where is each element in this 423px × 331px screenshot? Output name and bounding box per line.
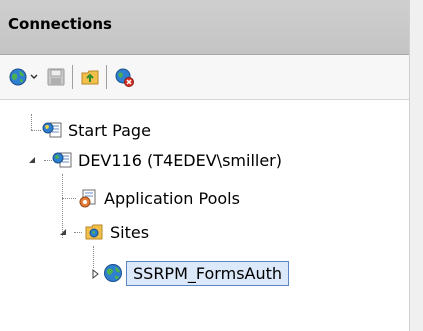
expand-toggle[interactable]: [90, 268, 102, 280]
connections-panel: Connections Start Page DEV116 (T4EDEV\sm…: [0, 0, 423, 331]
tree-node-label: Application Pools: [104, 188, 240, 208]
panel-title: Connections: [8, 15, 112, 33]
tree-node-label: Sites: [110, 222, 150, 242]
disconnect-button[interactable]: [114, 64, 134, 90]
server-icon: [52, 152, 72, 168]
tree-node-sites[interactable]: Sites: [84, 217, 149, 247]
tree-connector: [44, 160, 52, 161]
tree-connector: [31, 130, 41, 131]
tree-node-application-pools[interactable]: Application Pools: [78, 183, 240, 213]
tree-connector: [93, 246, 94, 268]
connect-globe-icon: [9, 68, 27, 86]
expanded-arrow-icon: [60, 229, 66, 235]
up-folder-icon: [81, 70, 99, 85]
collapse-toggle[interactable]: [57, 226, 69, 238]
tree-connector: [74, 232, 82, 233]
start-page-icon: [42, 122, 62, 138]
panel-border: [409, 0, 423, 331]
save-button[interactable]: [46, 64, 66, 90]
tree-node-label: Start Page: [68, 120, 151, 140]
collapse-toggle[interactable]: [26, 154, 38, 166]
tree-node-label: SSRPM_FormsAuth: [126, 260, 290, 286]
disconnect-icon: [115, 68, 134, 87]
expanded-arrow-icon: [29, 157, 35, 163]
tree-connector: [62, 198, 76, 199]
app-pools-icon: [79, 189, 96, 208]
connections-tree: Start Page DEV116 (T4EDEV\smiller) Appli…: [0, 100, 409, 331]
connections-toolbar: [0, 55, 409, 100]
toolbar-separator: [72, 65, 73, 89]
dropdown-arrow-icon[interactable]: [30, 74, 38, 80]
panel-header: Connections: [0, 0, 409, 55]
tree-connector: [31, 114, 32, 130]
save-icon: [47, 68, 65, 86]
up-level-button[interactable]: [80, 64, 100, 90]
tree-node-site-ssrpm[interactable]: SSRPM_FormsAuth: [103, 258, 290, 288]
website-globe-icon: [104, 264, 122, 282]
tree-node-label: DEV116 (T4EDEV\smiller): [78, 150, 282, 170]
tree-node-server[interactable]: DEV116 (T4EDEV\smiller): [52, 145, 282, 175]
collapsed-arrow-icon: [92, 269, 99, 279]
tree-node-start-page[interactable]: Start Page: [42, 115, 151, 145]
sites-folder-icon: [85, 224, 103, 240]
toolbar-separator: [106, 65, 107, 89]
connect-button[interactable]: [8, 64, 38, 90]
